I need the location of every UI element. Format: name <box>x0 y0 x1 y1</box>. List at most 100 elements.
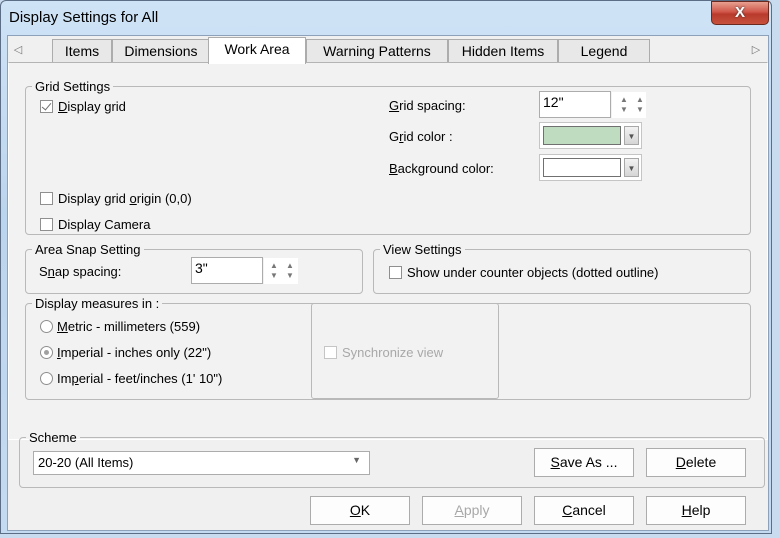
window-title: Display Settings for All <box>9 9 159 26</box>
label-part: Synchronize view <box>342 345 444 360</box>
tab-warning-patterns[interactable]: Warning Patterns <box>306 39 448 63</box>
tab-strip: ◁ Items Dimensions Work Area Warning Pat… <box>8 36 768 64</box>
snap-spacing-label: Snap spacing: <box>39 264 121 279</box>
label-part: mperial - inches only (22") <box>60 345 212 360</box>
cancel-button[interactable]: Cancel <box>534 496 634 525</box>
label-mnemonic: S <box>550 454 560 470</box>
dropdown-arrow-icon[interactable]: ▼ <box>624 126 639 145</box>
grid-color-picker[interactable]: ▼ <box>539 122 642 149</box>
label-part: G <box>389 129 400 144</box>
checkbox-icon <box>389 266 402 279</box>
label-mnemonic: n <box>47 264 55 279</box>
label-mnemonic: p <box>71 371 79 386</box>
spin-up-icon[interactable]: ▲ <box>270 262 278 270</box>
title-bar: Display Settings for All X <box>1 1 771 35</box>
tab-items[interactable]: Items <box>52 39 112 63</box>
display-grid-checkbox[interactable]: Display grid <box>40 99 126 114</box>
tab-hidden-items-label: Hidden Items <box>461 43 545 59</box>
label-part: S <box>39 264 48 279</box>
radio-selected-icon <box>40 346 53 359</box>
label-part: elp <box>691 502 711 518</box>
label-part: ancel <box>572 502 606 518</box>
label-part: erial - feet/inches (1' 10") <box>78 371 223 386</box>
delete-button[interactable]: Delete <box>646 448 746 477</box>
spin-down-icon[interactable]: ▼ <box>636 106 644 114</box>
apply-button[interactable]: Apply <box>422 496 522 525</box>
tab-warning-patterns-label: Warning Patterns <box>323 43 431 59</box>
display-measures-legend: Display measures in : <box>35 296 160 311</box>
radio-imperial-feet-inches[interactable]: Imperial - feet/inches (1' 10") <box>40 371 222 386</box>
label-part: Display Camera <box>58 217 151 232</box>
checkbox-icon <box>40 192 53 205</box>
spin-up-icon[interactable]: ▲ <box>286 262 294 270</box>
label-part: rid spacing: <box>399 98 466 113</box>
tab-dimensions-label: Dimensions <box>124 43 198 59</box>
radio-metric[interactable]: Metric - millimeters (559) <box>40 319 200 334</box>
grid-color-swatch <box>543 126 621 145</box>
tab-work-area[interactable]: Work Area <box>208 37 306 64</box>
tab-items-label: Items <box>64 43 100 59</box>
dialog-window: Display Settings for All X ◁ Items Dimen… <box>0 0 772 534</box>
label-part: rigin (0,0) <box>136 191 192 206</box>
background-color-label: Background color: <box>389 161 494 176</box>
grid-color-label: Grid color : <box>389 129 453 144</box>
close-button[interactable]: X <box>711 1 769 25</box>
tab-hidden-items[interactable]: Hidden Items <box>448 39 558 63</box>
label-part: elete <box>685 454 717 470</box>
label-mnemonic: G <box>389 98 400 113</box>
tab-scroll-right-icon[interactable]: ▷ <box>748 40 764 60</box>
display-grid-origin-checkbox[interactable]: Display grid origin (0,0) <box>40 191 192 206</box>
label-mnemonic: A <box>454 502 464 518</box>
label-part: Im <box>57 371 72 386</box>
radio-imperial-inches[interactable]: Imperial - inches only (22") <box>40 345 211 360</box>
grid-spacing-spinner[interactable]: ▲ ▲ ▼ ▼ <box>612 92 646 118</box>
dropdown-arrow-icon[interactable]: ▼ <box>624 158 639 177</box>
label-mnemonic: O <box>349 502 361 518</box>
label-part: id color : <box>403 129 453 144</box>
grid-spacing-input[interactable]: 12" <box>539 91 611 118</box>
help-button[interactable]: Help <box>646 496 746 525</box>
spin-down-icon[interactable]: ▼ <box>620 106 628 114</box>
label-mnemonic: D <box>58 99 68 114</box>
save-as-button[interactable]: Save As ... <box>534 448 634 477</box>
label-part: ap spacing: <box>54 264 122 279</box>
dropdown-arrow-icon: ▼ <box>352 455 361 465</box>
tab-scroll-left-icon[interactable]: ◁ <box>10 40 26 60</box>
label-mnemonic: H <box>681 502 692 518</box>
spin-up-icon[interactable]: ▲ <box>636 96 644 104</box>
close-icon: X <box>734 4 745 21</box>
show-under-counter-checkbox[interactable]: Show under counter objects (dotted outli… <box>389 265 659 280</box>
snap-spacing-spinner[interactable]: ▲ ▲ ▼ ▼ <box>264 258 298 284</box>
radio-icon <box>40 372 53 385</box>
tab-work-area-label: Work Area <box>224 41 290 57</box>
spin-down-icon[interactable]: ▼ <box>270 272 278 280</box>
label-mnemonic: D <box>675 454 686 470</box>
synchronize-view-checkbox[interactable]: Synchronize view <box>324 345 443 360</box>
area-snap-legend: Area Snap Setting <box>35 242 141 257</box>
spin-up-icon[interactable]: ▲ <box>620 96 628 104</box>
display-camera-checkbox[interactable]: Display Camera <box>40 217 150 232</box>
work-area-panel: Grid Settings Display grid Display grid … <box>8 62 768 440</box>
grid-spacing-label: Grid spacing: <box>389 98 466 113</box>
grid-settings-legend: Grid Settings <box>35 79 111 94</box>
label-mnemonic: M <box>57 319 68 334</box>
ok-button[interactable]: OK <box>310 496 410 525</box>
label-part: pply <box>463 502 490 518</box>
background-color-picker[interactable]: ▼ <box>539 154 642 181</box>
snap-spacing-input[interactable]: 3" <box>191 257 263 284</box>
background-color-swatch <box>543 158 621 177</box>
spin-down-icon[interactable]: ▼ <box>286 272 294 280</box>
scheme-select[interactable]: 20-20 (All Items) ▼ <box>33 451 370 475</box>
label-part: Show under counter objects (dotted outli… <box>407 265 659 280</box>
label-part: ave As ... <box>559 454 618 470</box>
tab-legend-label: Legend <box>580 43 628 59</box>
label-part: ackground color: <box>397 161 494 176</box>
radio-icon <box>40 320 53 333</box>
scheme-legend: Scheme <box>29 430 77 445</box>
tab-dimensions[interactable]: Dimensions <box>112 39 210 63</box>
tab-legend[interactable]: Legend <box>558 39 650 63</box>
checkbox-checked-icon <box>40 100 53 113</box>
scheme-selected-value: 20-20 (All Items) <box>38 455 134 470</box>
label-mnemonic: o <box>129 191 137 206</box>
checkbox-icon <box>40 218 53 231</box>
